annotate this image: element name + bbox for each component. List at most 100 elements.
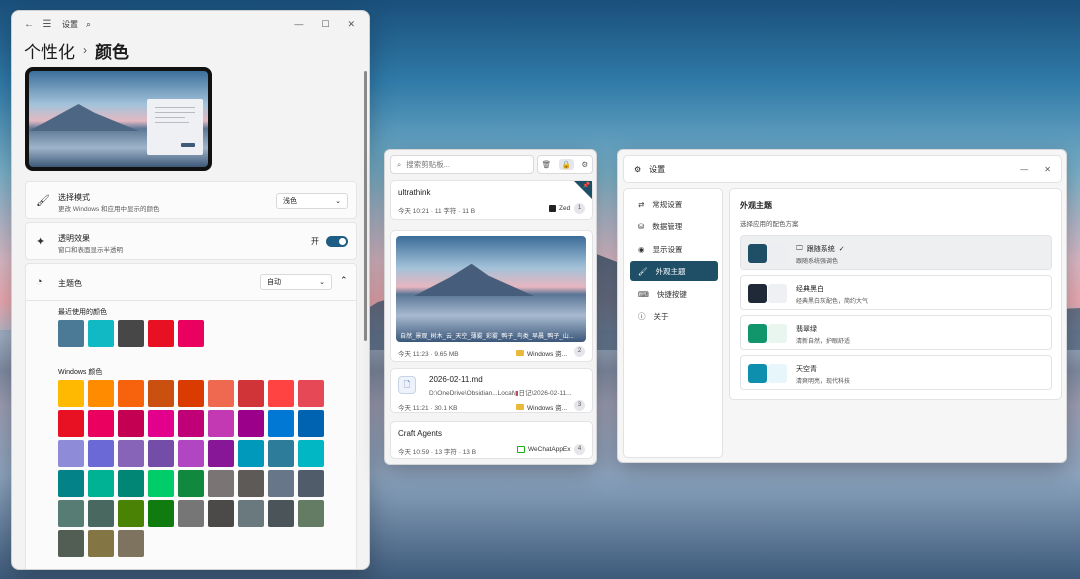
close-icon[interactable]: ✕ bbox=[347, 19, 355, 30]
windows-color-swatch[interactable] bbox=[238, 380, 264, 407]
clip-title: ultrathink bbox=[398, 188, 431, 197]
windows-color-swatch[interactable] bbox=[298, 470, 324, 497]
windows-color-swatch[interactable] bbox=[238, 410, 264, 437]
accent-dropdown[interactable]: 自动 ⌄ bbox=[260, 274, 332, 290]
clip-item[interactable]: 🗋 2026-02-11.md D:\OneDrive\Obsidian...L… bbox=[390, 368, 593, 413]
windows-color-swatch[interactable] bbox=[118, 530, 144, 557]
transparency-toggle[interactable] bbox=[326, 236, 348, 247]
recent-color-swatch[interactable] bbox=[58, 320, 84, 347]
recent-color-swatch[interactable] bbox=[118, 320, 144, 347]
windows-color-swatch[interactable] bbox=[268, 410, 294, 437]
clip-item[interactable]: 自然_景观_树木_云_天空_薄雾_彩雾_鸭子_鸟类_早晨_鸭子_山... 今天 … bbox=[390, 230, 593, 362]
windows-color-swatch[interactable] bbox=[298, 440, 324, 467]
menu-icon[interactable]: ☰ bbox=[38, 19, 56, 30]
windows-color-swatch[interactable] bbox=[298, 500, 324, 527]
theme-option[interactable]: 经典黑白 经典黑白灰配色，简约大气 bbox=[740, 275, 1052, 310]
theme-option[interactable]: 🖵 跟随系统 ✓ 跟随系统强调色 bbox=[740, 235, 1052, 270]
windows-color-swatch[interactable] bbox=[118, 380, 144, 407]
search-input[interactable]: 搜索剪贴板... bbox=[406, 159, 450, 170]
nav-shortcuts[interactable]: ⌨ 快捷按键 bbox=[630, 284, 718, 304]
windows-color-swatch[interactable] bbox=[58, 470, 84, 497]
windows-color-swatch[interactable] bbox=[148, 440, 174, 467]
theme-description: 跟随系统强调色 bbox=[796, 259, 839, 265]
windows-color-swatch[interactable] bbox=[88, 500, 114, 527]
windows-color-swatch[interactable] bbox=[58, 380, 84, 407]
wechat-icon bbox=[517, 446, 525, 453]
recent-color-swatch[interactable] bbox=[178, 320, 204, 347]
windows-color-swatch[interactable] bbox=[238, 470, 264, 497]
clip-item[interactable]: Craft Agents 今天 10:59 · 13 字符 · 13 B WeC… bbox=[390, 421, 593, 459]
brush-icon: 🖌 bbox=[638, 266, 648, 276]
windows-color-swatch[interactable] bbox=[58, 410, 84, 437]
search-icon[interactable]: ⌕ bbox=[86, 19, 91, 30]
windows-color-swatch[interactable] bbox=[268, 470, 294, 497]
page-title: 颜色 bbox=[95, 42, 129, 62]
windows-color-swatch[interactable] bbox=[148, 380, 174, 407]
windows-color-swatch[interactable] bbox=[88, 530, 114, 557]
theme-preview bbox=[25, 67, 212, 171]
windows-color-swatch[interactable] bbox=[118, 440, 144, 467]
recent-color-swatch[interactable] bbox=[88, 320, 114, 347]
windows-color-swatch[interactable] bbox=[178, 410, 204, 437]
chevron-up-icon[interactable]: ⌃ bbox=[340, 275, 348, 286]
windows-color-swatch[interactable] bbox=[298, 410, 324, 437]
nav-general[interactable]: ⇄ 常规设置 bbox=[630, 194, 718, 214]
windows-color-swatch[interactable] bbox=[208, 380, 234, 407]
monitor-icon: 🖵 bbox=[796, 245, 803, 252]
clip-meta: 今天 10:21 · 11 字符 · 11 B bbox=[398, 208, 476, 215]
windows-color-swatch[interactable] bbox=[58, 440, 84, 467]
trash-icon[interactable]: 🗑 bbox=[542, 160, 552, 169]
windows-color-swatch[interactable] bbox=[268, 440, 294, 467]
windows-color-swatch[interactable] bbox=[238, 440, 264, 467]
clipboard-search[interactable]: ⌕ 搜索剪贴板... bbox=[390, 155, 534, 174]
theme-option[interactable]: 翡翠绿清新自然，护眼舒适 bbox=[740, 315, 1052, 350]
windows-color-swatch[interactable] bbox=[268, 500, 294, 527]
windows-color-swatch[interactable] bbox=[208, 440, 234, 467]
windows-color-swatch[interactable] bbox=[148, 410, 174, 437]
close-icon[interactable]: ✕ bbox=[1044, 165, 1051, 174]
windows-color-swatch[interactable] bbox=[238, 500, 264, 527]
windows-color-swatch[interactable] bbox=[118, 470, 144, 497]
windows-color-swatch[interactable] bbox=[208, 470, 234, 497]
nav-display[interactable]: ◉ 显示设置 bbox=[630, 239, 718, 259]
windows-color-swatch[interactable] bbox=[178, 500, 204, 527]
back-arrow-icon[interactable]: ← bbox=[20, 19, 38, 30]
theme-description: 清新自然，护眼舒适 bbox=[796, 339, 851, 345]
recent-color-swatch[interactable] bbox=[148, 320, 174, 347]
gear-icon[interactable]: ⚙ bbox=[582, 160, 589, 169]
mode-dropdown[interactable]: 浅色 ⌄ bbox=[276, 193, 348, 209]
windows-color-swatch[interactable] bbox=[88, 470, 114, 497]
windows-color-swatch[interactable] bbox=[298, 380, 324, 407]
minimize-icon[interactable]: — bbox=[1020, 165, 1028, 174]
windows-color-swatch[interactable] bbox=[178, 380, 204, 407]
maximize-icon[interactable]: ☐ bbox=[321, 19, 329, 30]
windows-color-swatch[interactable] bbox=[88, 440, 114, 467]
windows-color-swatch[interactable] bbox=[178, 470, 204, 497]
nav-about[interactable]: ⓘ 关于 bbox=[630, 306, 718, 326]
theme-option[interactable]: 天空青 清爽明亮，现代科技 bbox=[740, 355, 1052, 390]
windows-color-swatch[interactable] bbox=[88, 410, 114, 437]
breadcrumb-parent[interactable]: 个性化 bbox=[24, 38, 75, 63]
theme-description: 清爽明亮，现代科技 bbox=[796, 379, 851, 385]
settings-window: ← ☰ 设置 ⌕ — ☐ ✕ 个性化 › 颜色 🖌 选择模式 更改 Window… bbox=[11, 10, 370, 570]
clip-item[interactable]: 📌 ultrathink 今天 10:21 · 11 字符 · 11 B Zed… bbox=[390, 180, 593, 220]
clip-meta: 今天 11:21 · 30.1 KB bbox=[398, 405, 458, 412]
windows-color-swatch[interactable] bbox=[148, 470, 174, 497]
windows-color-swatch[interactable] bbox=[58, 530, 84, 557]
minimize-icon[interactable]: — bbox=[294, 19, 303, 30]
windows-color-swatch[interactable] bbox=[118, 500, 144, 527]
nav-appearance[interactable]: 🖌 外观主题 bbox=[630, 261, 718, 281]
windows-color-swatch[interactable] bbox=[118, 410, 144, 437]
nav-data[interactable]: ⛁ 数据管理 bbox=[630, 216, 718, 236]
windows-color-swatch[interactable] bbox=[148, 500, 174, 527]
lock-icon[interactable]: 🔒 bbox=[558, 159, 575, 170]
windows-color-swatch[interactable] bbox=[268, 380, 294, 407]
windows-color-swatch[interactable] bbox=[58, 500, 84, 527]
windows-color-swatch[interactable] bbox=[208, 410, 234, 437]
theme-name: 翡翠绿 bbox=[796, 326, 817, 333]
windows-color-swatch[interactable] bbox=[88, 380, 114, 407]
scrollbar[interactable] bbox=[364, 71, 367, 341]
windows-color-swatch[interactable] bbox=[208, 500, 234, 527]
accent-value: 自动 bbox=[267, 279, 281, 286]
windows-color-swatch[interactable] bbox=[178, 440, 204, 467]
